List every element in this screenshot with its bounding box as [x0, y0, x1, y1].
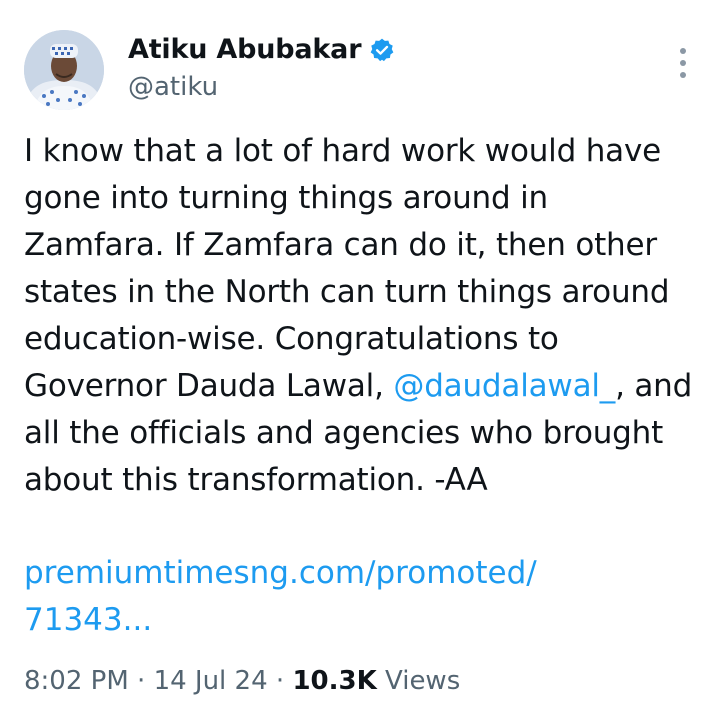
more-dot: [680, 60, 686, 66]
author-name[interactable]: Atiku Abubakar: [128, 34, 362, 65]
verified-badge-icon[interactable]: [369, 37, 395, 63]
tweet-text: I know that a lot of hard work would hav…: [24, 128, 694, 504]
tweet-meta: 8:02 PM · 14 Jul 24 · 10.3K Views: [24, 666, 460, 696]
external-link[interactable]: premiumtimesng.com/promoted/ 71343...: [24, 550, 694, 644]
more-dot: [680, 48, 686, 54]
author-handle[interactable]: @atiku: [128, 72, 218, 102]
external-link-line2[interactable]: 71343...: [24, 597, 694, 644]
more-options-icon[interactable]: [676, 48, 690, 78]
tweet-date[interactable]: 14 Jul 24: [154, 666, 268, 696]
author-name-row: Atiku Abubakar: [128, 34, 395, 65]
meta-separator: ·: [267, 666, 293, 696]
meta-separator: ·: [128, 666, 154, 696]
more-dot: [680, 72, 686, 78]
avatar[interactable]: [24, 30, 104, 110]
external-link-line1[interactable]: premiumtimesng.com/promoted/: [24, 550, 694, 597]
views-count[interactable]: 10.3K: [292, 666, 376, 696]
tweet-time[interactable]: 8:02 PM: [24, 666, 129, 696]
tweet-header: Atiku Abubakar @atiku: [24, 30, 696, 110]
views-label: Views: [376, 666, 461, 696]
mention-link[interactable]: @daudalawal_: [393, 368, 615, 404]
tweet-text-part1: I know that a lot of hard work would hav…: [24, 133, 670, 404]
tweet-card: Atiku Abubakar @atiku I know that a lot …: [0, 0, 720, 727]
